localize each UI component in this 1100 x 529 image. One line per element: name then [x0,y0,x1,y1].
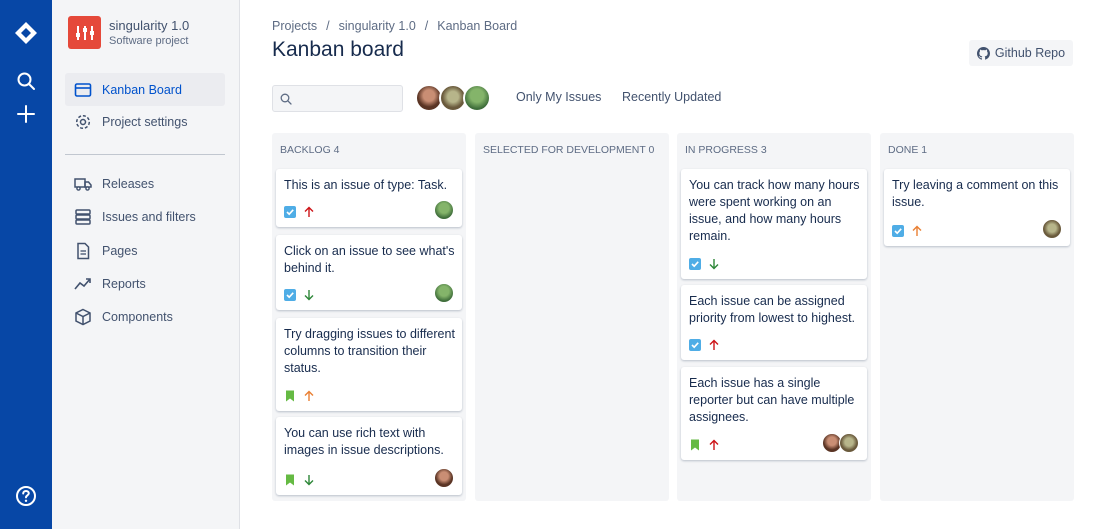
issue-card[interactable]: You can use rich text with images in iss… [276,417,462,495]
only-my-issues-filter[interactable]: Only My Issues [516,90,601,104]
issue-title: Try dragging issues to different columns… [284,327,455,375]
issue-title: Each issue has a single reporter but can… [689,376,855,424]
issue-card[interactable]: Try leaving a comment on this issue. [884,169,1070,246]
sidebar-item-label: Issues and filters [102,209,196,224]
issue-card[interactable]: You can track how many hours were spent … [681,169,867,279]
task-type-icon [284,289,296,301]
priority-low-icon [708,258,720,270]
sidebar-item-issues-and-filters[interactable]: Issues and filters [65,200,225,233]
issue-card[interactable]: Try dragging issues to different columns… [276,318,462,411]
stack-icon [73,207,93,227]
recently-updated-filter[interactable]: Recently Updated [622,90,721,104]
sidebar-item-label: Pages [102,243,138,258]
sidebar-item-pages[interactable]: Pages [65,234,225,267]
breadcrumb-project[interactable]: singularity 1.0 [339,19,416,33]
column-title: Backlog 4 [280,144,340,156]
breadcrumb-separator: / [424,19,429,33]
breadcrumb-projects[interactable]: Projects [272,19,317,33]
column-title: Selected for development 0 [483,144,655,156]
issue-title: Try leaving a comment on this issue. [892,178,1059,209]
user-avatar-filter [415,84,491,112]
search-icon[interactable] [0,63,52,99]
github-repo-button[interactable]: Github Repo [969,40,1073,66]
sidebar-item-releases[interactable]: Releases [65,167,225,200]
priority-medium-icon [303,390,315,402]
sidebar-item-label: Reports [102,276,146,291]
page-title: Kanban board [272,38,404,61]
page-icon [73,241,93,261]
issue-title: This is an issue of type: Task. [284,178,448,192]
avatar[interactable] [463,84,491,112]
avatar [434,283,454,303]
sidebar-item-components[interactable]: Components [65,300,225,333]
story-type-icon [284,390,296,402]
search-field[interactable] [272,85,403,112]
issue-card[interactable]: Each issue can be assigned priority from… [681,285,867,360]
column-selected-for-development: Selected for development 0 [475,133,669,501]
sidebar-item-project-settings[interactable]: Project settings [65,105,225,138]
gear-icon [73,112,93,132]
issue-card[interactable]: Each issue has a single reporter but can… [681,367,867,460]
github-icon [976,46,990,60]
truck-icon [73,174,93,194]
avatar [1042,219,1062,239]
github-repo-label: Github Repo [994,46,1066,60]
project-sidebar: singularity 1.0 Software project Kanban … [52,0,240,529]
issue-title: You can track how many hours were spent … [689,178,860,243]
sidebar-item-kanban-board[interactable]: Kanban Board [65,73,225,106]
column-title: Done 1 [888,144,928,156]
cube-icon [73,307,93,327]
search-icon [280,93,292,105]
column-done: Done 1 Try leaving a comment on this iss… [880,133,1074,501]
story-type-icon [689,439,701,451]
help-circle-icon[interactable] [0,478,52,514]
jira-diamond-icon[interactable] [0,15,52,51]
search-input[interactable] [297,88,397,109]
priority-low-icon [303,289,315,301]
avatar [434,200,454,220]
priority-low-icon [303,474,315,486]
project-header: singularity 1.0 Software project [68,16,189,49]
breadcrumb-separator: / [326,19,330,33]
story-type-icon [284,474,296,486]
trend-icon [73,274,93,294]
sidebar-item-label: Project settings [102,114,188,129]
avatar [434,468,454,488]
column-in-progress: In progress 3 You can track how many hou… [677,133,871,501]
sidebar-item-label: Releases [102,176,155,191]
project-name: singularity 1.0 [109,17,190,33]
plus-icon[interactable] [0,96,52,132]
sidebar-item-label: Components [102,309,173,324]
board-icon [73,80,93,100]
avatar [839,433,859,453]
issue-card[interactable]: Click on an issue to see what's behind i… [276,235,462,310]
task-type-icon [284,206,296,218]
task-type-icon [689,258,701,270]
issue-title: Click on an issue to see what's behind i… [284,244,455,275]
column-backlog: Backlog 4 This is an issue of type: Task… [272,133,466,501]
sidebar-item-label: Kanban Board [102,82,182,97]
global-navbar [0,0,52,529]
sidebar-divider [65,154,225,155]
issue-title: Each issue can be assigned priority from… [689,294,856,325]
priority-high-icon [708,339,720,351]
priority-high-icon [303,206,315,218]
priority-high-icon [708,439,720,451]
column-title: In progress 3 [685,144,767,156]
issue-card[interactable]: This is an issue of type: Task. [276,169,462,227]
task-type-icon [892,225,904,237]
breadcrumb-current: Kanban Board [437,19,518,33]
task-type-icon [689,339,701,351]
project-logo [68,16,101,49]
project-type: Software project [109,34,189,47]
priority-medium-icon [911,225,923,237]
sidebar-item-reports[interactable]: Reports [65,267,225,300]
breadcrumb: Projects / singularity 1.0 / Kanban Boar… [272,19,517,33]
issue-title: You can use rich text with images in iss… [284,426,444,457]
